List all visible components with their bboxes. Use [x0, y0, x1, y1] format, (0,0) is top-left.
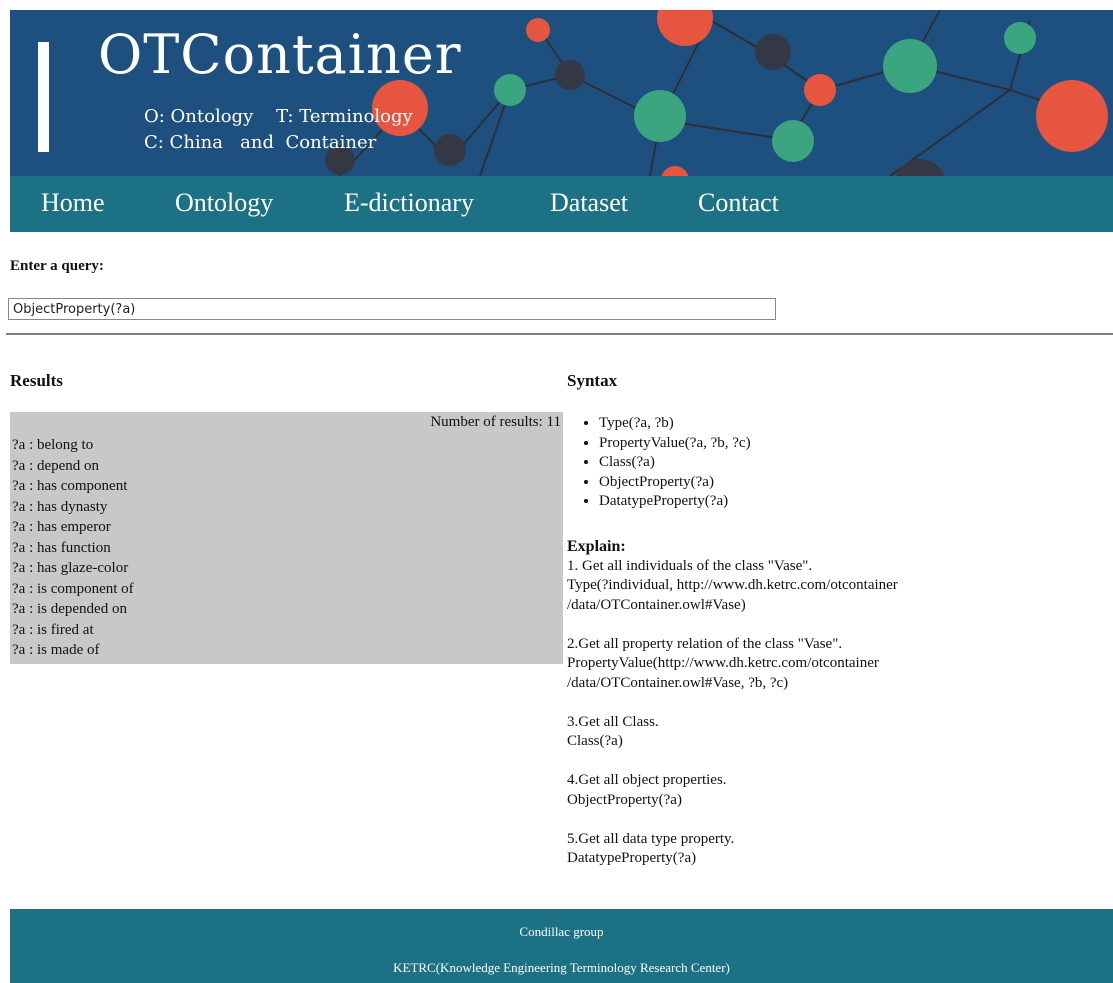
- result-item: ?a : has glaze-color: [12, 560, 129, 576]
- explain-example-5: 5.Get all data type property. DatatypePr…: [567, 830, 1107, 869]
- syntax-item: PropertyValue(?a, ?b, ?c): [599, 434, 751, 454]
- explain-example-3: 3.Get all Class. Class(?a): [567, 713, 1107, 752]
- main-nav: Home Ontology E-dictionary Dataset Conta…: [10, 176, 1113, 232]
- syntax-item: Type(?a, ?b): [599, 414, 751, 434]
- syntax-item: Class(?a): [599, 453, 751, 473]
- explain-line: /data/OTContainer.owl#Vase): [567, 596, 746, 613]
- footer: Condillac group KETRC(Knowledge Engineer…: [10, 909, 1113, 983]
- results-title: Results: [10, 371, 63, 390]
- divider: [6, 333, 1113, 335]
- results-panel: Number of results: 11 ?a : belong to ?a …: [10, 412, 563, 664]
- syntax-item: DatatypeProperty(?a): [599, 492, 751, 512]
- result-item: ?a : is fired at: [12, 621, 94, 638]
- explain-title: Explain:: [567, 538, 626, 555]
- result-item: ?a : depend on: [12, 457, 100, 474]
- nav-dataset[interactable]: Dataset: [550, 188, 628, 218]
- result-item: ?a : is depended on: [12, 601, 127, 617]
- results-count-label: Number of results:: [430, 414, 543, 430]
- site-title: OTContainer: [98, 23, 462, 86]
- explain-section: Explain: 1. Get all individuals of the c…: [567, 537, 1107, 869]
- results-list: ?a : belong to ?a : depend on ?a : has c…: [12, 435, 134, 661]
- syntax-title: Syntax: [567, 371, 618, 390]
- result-item: ?a : is made of: [12, 642, 100, 658]
- explain-line: 4.Get all object properties.: [567, 772, 727, 788]
- footer-group: Condillac group: [519, 924, 604, 939]
- explain-line: 5.Get all data type property.: [567, 830, 735, 847]
- nav-home[interactable]: Home: [41, 188, 105, 218]
- explain-line: Class(?a): [567, 733, 623, 749]
- explain-line: 3.Get all Class.: [567, 713, 659, 730]
- result-item: ?a : has dynasty: [12, 498, 108, 515]
- explain-example-4: 4.Get all object properties. ObjectPrope…: [567, 771, 1107, 810]
- nav-e-dictionary[interactable]: E-dictionary: [344, 188, 474, 218]
- syntax-item: ObjectProperty(?a): [599, 473, 751, 493]
- syntax-list: Type(?a, ?b) PropertyValue(?a, ?b, ?c) C…: [585, 414, 751, 512]
- result-item: ?a : has emperor: [12, 519, 111, 535]
- explain-line: 1. Get all individuals of the class "Vas…: [567, 557, 813, 574]
- query-label: Enter a query:: [10, 258, 104, 274]
- query-input[interactable]: [8, 298, 776, 320]
- explain-line: ObjectProperty(?a): [567, 791, 682, 808]
- explain-line: 2.Get all property relation of the class…: [567, 635, 843, 652]
- footer-org: KETRC(Knowledge Engineering Terminology …: [393, 960, 730, 975]
- results-count: Number of results: 11: [430, 414, 561, 431]
- explain-line: PropertyValue(http://www.dh.ketrc.com/ot…: [567, 655, 879, 671]
- result-item: ?a : is component of: [12, 580, 134, 597]
- explain-line: Type(?individual, http://www.dh.ketrc.co…: [567, 577, 898, 593]
- tagline-line-1: O: Ontology T: Terminology: [144, 106, 413, 127]
- nav-contact[interactable]: Contact: [698, 188, 779, 218]
- explain-line: DatatypeProperty(?a): [567, 850, 697, 866]
- result-item: ?a : belong to: [12, 437, 94, 453]
- explain-example-2: 2.Get all property relation of the class…: [567, 635, 1107, 694]
- nav-ontology[interactable]: Ontology: [175, 188, 273, 218]
- logo-bar: [38, 42, 49, 152]
- header-banner: OTContainer O: Ontology T: Terminology C…: [10, 10, 1113, 176]
- explain-example-1: 1. Get all individuals of the class "Vas…: [567, 557, 1107, 616]
- result-item: ?a : has function: [12, 539, 111, 556]
- results-count-value: 11: [546, 414, 561, 430]
- tagline-line-2: C: China and Container: [144, 132, 377, 153]
- explain-line: /data/OTContainer.owl#Vase, ?b, ?c): [567, 674, 789, 691]
- result-item: ?a : has component: [12, 478, 128, 494]
